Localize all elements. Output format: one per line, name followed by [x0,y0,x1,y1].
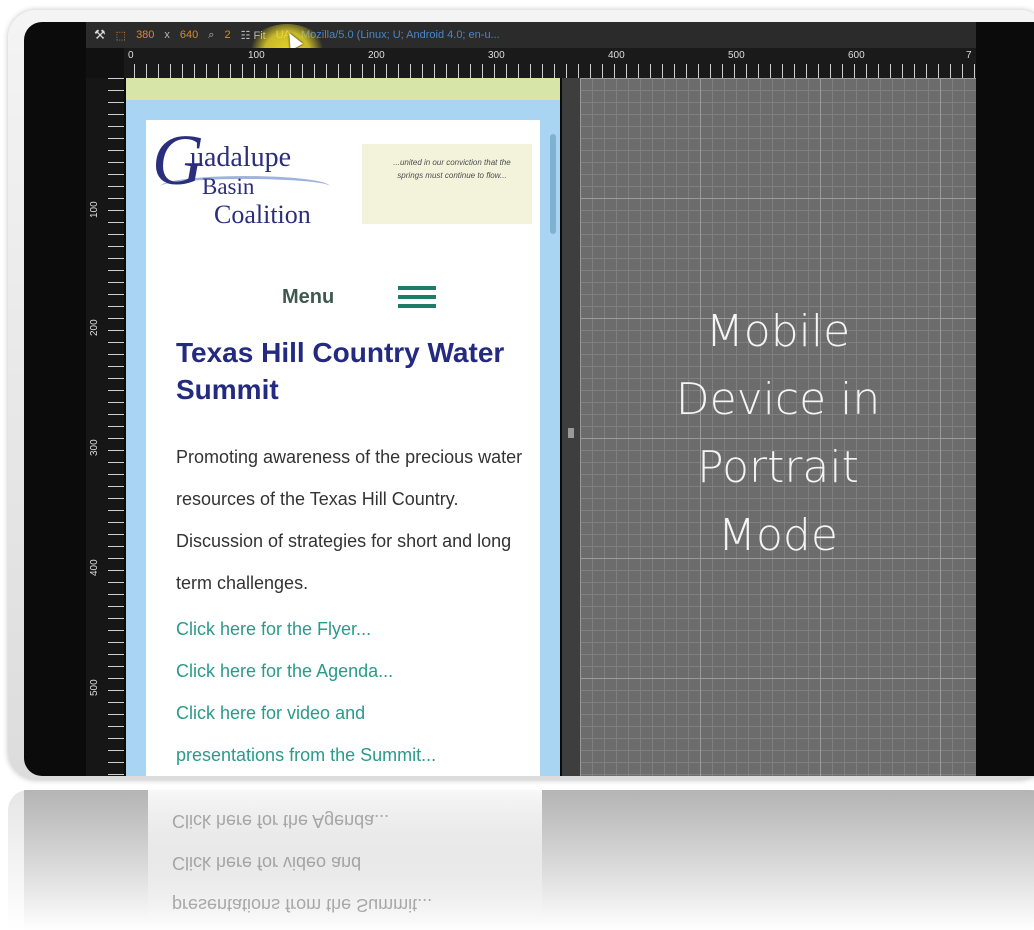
emulator-toolbar: ⚒ ⬚ 380 x 640 ⌕ 2 ☷ Fit UA Mozilla/5.0 (… [86,22,976,48]
logo-line-2: Basin [202,174,255,199]
ruler-label: 0 [128,50,134,61]
ruler-label: 600 [848,50,865,61]
height-value[interactable]: 640 [180,29,198,41]
page-description: Promoting awareness of the precious wate… [176,447,523,593]
menu-label[interactable]: Menu [282,286,334,309]
web-page: G uadalupe Basin Coalition ...united in … [146,120,540,776]
page-title: Texas Hill Country Water Summit [176,337,505,405]
caption-line-2: Device in [675,374,881,425]
dimension-separator: x [164,29,170,41]
ruler-label: 200 [89,319,100,336]
reflection-line: Click here for video and [172,853,362,873]
site-tagline: ...united in our conviction that the spr… [362,144,532,224]
flyer-link[interactable]: Click here for the Flyer... [176,608,536,650]
vertical-ruler-ticks [108,78,124,776]
caption-line-3: Portrait [697,442,859,493]
mobile-viewport[interactable]: G uadalupe Basin Coalition ...united in … [126,100,560,776]
video-link-continued[interactable]: presentations from the Summit... [176,734,536,776]
pane-divider[interactable] [562,78,580,776]
site-logo[interactable]: G uadalupe Basin Coalition [152,124,352,240]
horizontal-ruler-ticks [86,64,976,78]
ruler-corner [86,48,124,78]
ruler-label: 500 [728,50,745,61]
viewport-scrollbar[interactable] [550,134,556,234]
divider-grip-icon[interactable] [568,428,574,438]
logo-line-3: Coalition [214,200,311,229]
user-agent-field[interactable]: Mozilla/5.0 (Linux; U; Android 4.0; en-u… [301,29,500,41]
ruler-label: 400 [608,50,625,61]
ruler-label: 7 [966,50,972,61]
vertical-ruler: 100 200 300 400 500 [86,78,124,776]
width-value[interactable]: 380 [136,29,154,41]
caption-line-4: Mode [718,510,838,561]
browser-emulator-screen: ⚒ ⬚ 380 x 640 ⌕ 2 ☷ Fit UA Mozilla/5.0 (… [24,22,1034,776]
reflection-line: presentations from the Summit... [172,895,433,915]
caption-line-1: Mobile [705,306,851,357]
hamburger-menu-icon[interactable] [398,286,436,310]
link-list: Click here for the Flyer... Click here f… [176,608,536,776]
ruler-label: 400 [89,559,100,576]
horizontal-ruler: 0 100 200 300 400 500 600 7 [86,48,976,78]
viewport-top-bar [126,78,560,100]
crop-icon[interactable]: ⬚ [116,29,126,42]
mirror-reflection: presentations from the Summit... Click h… [8,790,1034,930]
ruler-label: 100 [248,50,265,61]
reflection-line: Click here for the Agenda... [172,811,390,831]
ruler-label: 300 [89,439,100,456]
ruler-label: 300 [488,50,505,61]
menu-toggle[interactable]: Menu [146,282,540,312]
ruler-label: 200 [368,50,385,61]
agenda-link[interactable]: Click here for the Agenda... [176,650,536,692]
wrench-icon[interactable]: ⚒ [94,27,106,43]
video-link[interactable]: Click here for video and [176,692,536,734]
zoom-value[interactable]: 2 [224,29,230,41]
canvas-grid-area: Mobile Device in Portrait Mode [580,78,976,776]
zoom-icon[interactable]: ⌕ [208,29,214,42]
logo-line-1: uadalupe [190,142,292,173]
ruler-label: 500 [89,679,100,696]
reflection-text: presentations from the Summit... Click h… [172,800,432,926]
overlay-caption: Mobile Device in Portrait Mode [580,298,976,570]
ruler-label: 100 [89,201,100,218]
